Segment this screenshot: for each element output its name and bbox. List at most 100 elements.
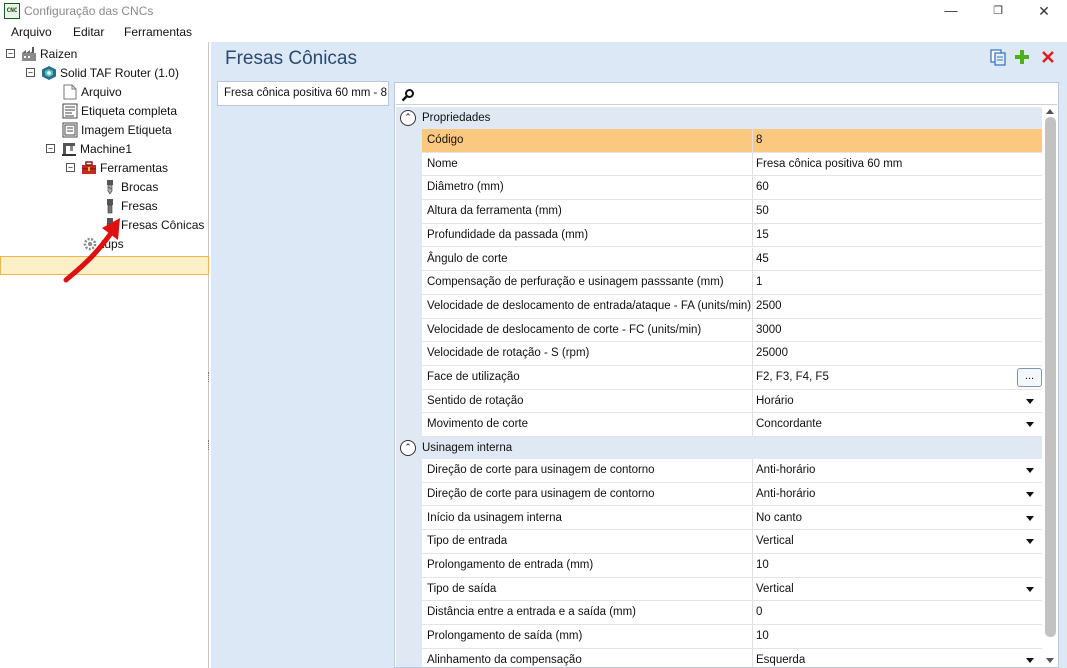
property-value[interactable]: 8 bbox=[756, 134, 762, 146]
property-row[interactable]: Tipo de entrada Vertical bbox=[422, 530, 1042, 554]
property-value[interactable]: 0 bbox=[756, 606, 762, 618]
property-value[interactable]: 25000 bbox=[756, 347, 788, 359]
property-row[interactable]: Início da usinagem interna No canto bbox=[422, 506, 1042, 531]
scroll-down-arrow-icon[interactable] bbox=[1046, 658, 1054, 663]
dropdown-arrow-icon[interactable] bbox=[1026, 586, 1034, 592]
tool-list-item[interactable]: Fresa cônica positiva 60 mm - 8 bbox=[217, 81, 389, 106]
property-row[interactable]: Alinhamento da compensação Esquerda bbox=[422, 648, 1042, 667]
section-collapse-icon[interactable]: ⌃ bbox=[400, 110, 416, 126]
search-input[interactable] bbox=[420, 86, 1050, 103]
property-name: Prolongamento de entrada (mm) bbox=[427, 558, 594, 571]
dropdown-arrow-icon[interactable] bbox=[1026, 539, 1034, 545]
collapse-toggle[interactable]: − bbox=[6, 49, 15, 58]
property-name: Distância entre a entrada e a saída (mm) bbox=[427, 606, 637, 619]
property-value[interactable]: Fresa cônica positiva 60 mm bbox=[756, 158, 902, 170]
property-row[interactable]: Ângulo de corte 45 bbox=[422, 247, 1042, 272]
property-name: Início da usinagem interna bbox=[427, 511, 562, 524]
search-icon bbox=[401, 88, 415, 102]
property-row[interactable]: Tipo de saída Vertical bbox=[422, 577, 1042, 602]
property-value[interactable]: Vertical bbox=[756, 583, 794, 595]
menu-editar[interactable]: Editar bbox=[73, 25, 104, 39]
dropdown-arrow-icon[interactable] bbox=[1026, 657, 1034, 663]
property-value[interactable]: Anti-horário bbox=[756, 464, 815, 476]
property-row[interactable]: Face de utilização F2, F3, F4, F5... bbox=[422, 366, 1042, 390]
title-bar: CNC Configuração das CNCs — ❐ ✕ bbox=[0, 0, 1067, 22]
tree-node-router[interactable]: − Solid TAF Router (1.0) bbox=[26, 63, 179, 82]
property-row[interactable]: Compensação de perfuração e usinagem pas… bbox=[422, 271, 1042, 295]
column-divider bbox=[752, 176, 753, 200]
close-window-button[interactable]: ✕ bbox=[1021, 0, 1067, 22]
property-row[interactable]: Diâmetro (mm) 60 bbox=[422, 176, 1042, 201]
copy-icon[interactable] bbox=[989, 48, 1007, 66]
scroll-thumb[interactable] bbox=[1045, 117, 1056, 637]
dropdown-arrow-icon[interactable] bbox=[1026, 515, 1034, 521]
vertical-scrollbar[interactable] bbox=[1042, 107, 1058, 667]
tree-node-machine1[interactable]: − Machine1 bbox=[46, 139, 132, 158]
tree-label: Etiqueta completa bbox=[81, 103, 178, 118]
column-divider bbox=[752, 506, 753, 530]
property-value[interactable]: F2, F3, F4, F5 bbox=[756, 371, 829, 383]
dropdown-arrow-icon[interactable] bbox=[1026, 468, 1034, 474]
property-row[interactable]: Movimento de corte Concordante bbox=[422, 413, 1042, 438]
property-value[interactable]: 60 bbox=[756, 181, 769, 193]
collapse-toggle[interactable]: − bbox=[46, 144, 55, 153]
property-row[interactable]: Profundidade da passada (mm) 15 bbox=[422, 223, 1042, 248]
column-divider bbox=[752, 366, 753, 389]
property-value[interactable]: No canto bbox=[756, 512, 802, 524]
collapse-toggle[interactable]: − bbox=[66, 163, 75, 172]
property-value[interactable]: 50 bbox=[756, 205, 769, 217]
property-row[interactable]: Prolongamento de entrada (mm) 10 bbox=[422, 553, 1042, 578]
ellipsis-button[interactable]: ... bbox=[1017, 368, 1042, 387]
image-label-icon bbox=[62, 122, 78, 138]
property-value[interactable]: Horário bbox=[756, 395, 794, 407]
tree-node-etiqueta-completa[interactable]: Etiqueta completa bbox=[62, 101, 177, 120]
property-value[interactable]: 10 bbox=[756, 630, 769, 642]
property-row[interactable]: Velocidade de rotação - S (rpm) 25000 bbox=[422, 342, 1042, 366]
property-row[interactable]: Direção de corte para usinagem de contor… bbox=[422, 459, 1042, 483]
property-value[interactable]: Vertical bbox=[756, 535, 794, 547]
column-divider bbox=[752, 318, 753, 342]
column-divider bbox=[752, 459, 753, 482]
dropdown-arrow-icon[interactable] bbox=[1026, 491, 1034, 497]
property-row[interactable]: Distância entre a entrada e a saída (mm)… bbox=[422, 601, 1042, 625]
minimize-button[interactable]: — bbox=[928, 0, 974, 22]
property-value[interactable]: Concordante bbox=[756, 418, 822, 430]
property-name: Diâmetro (mm) bbox=[427, 181, 504, 194]
property-value[interactable]: 15 bbox=[756, 229, 769, 241]
property-value[interactable]: 45 bbox=[756, 253, 769, 265]
property-row[interactable]: Velocidade de deslocamento de entrada/at… bbox=[422, 294, 1042, 319]
section-collapse-icon[interactable]: ⌃ bbox=[400, 440, 416, 457]
tree-node-arquivo[interactable]: Arquivo bbox=[62, 82, 122, 101]
add-icon[interactable] bbox=[1013, 48, 1031, 66]
scroll-up-arrow-icon[interactable] bbox=[1046, 109, 1054, 114]
property-row[interactable]: Altura da ferramenta (mm) 50 bbox=[422, 200, 1042, 224]
property-name: Código bbox=[427, 134, 464, 146]
maximize-button[interactable]: ❐ bbox=[975, 0, 1021, 22]
menu-arquivo[interactable]: Arquivo bbox=[11, 25, 52, 39]
property-row[interactable]: Nome Fresa cônica positiva 60 mm bbox=[422, 152, 1042, 177]
tree-node-ferramentas[interactable]: − Ferramentas bbox=[66, 158, 168, 177]
property-value[interactable]: 1 bbox=[756, 276, 762, 288]
property-row[interactable]: Código 8 bbox=[422, 129, 1042, 153]
property-value[interactable]: Esquerda bbox=[756, 654, 805, 666]
delete-icon[interactable] bbox=[1039, 48, 1057, 66]
property-value[interactable]: 3000 bbox=[756, 324, 782, 336]
menu-ferramentas[interactable]: Ferramentas bbox=[124, 25, 192, 39]
property-row[interactable]: Direção de corte para usinagem de contor… bbox=[422, 482, 1042, 507]
property-name: Velocidade de deslocamento de corte - FC… bbox=[427, 323, 702, 336]
dropdown-arrow-icon[interactable] bbox=[1026, 398, 1034, 404]
property-row[interactable]: Sentido de rotação Horário bbox=[422, 389, 1042, 414]
dropdown-arrow-icon[interactable] bbox=[1026, 422, 1034, 428]
property-row[interactable]: Prolongamento de saída (mm) 10 bbox=[422, 625, 1042, 649]
column-divider bbox=[752, 577, 753, 601]
tree-node-raizen[interactable]: − Raizen bbox=[6, 44, 77, 63]
property-value[interactable]: 10 bbox=[756, 559, 769, 571]
column-divider bbox=[752, 601, 753, 624]
property-value[interactable]: 2500 bbox=[756, 300, 782, 312]
collapse-toggle[interactable]: − bbox=[26, 68, 35, 77]
drill-bit-icon bbox=[102, 179, 118, 195]
property-value[interactable]: Anti-horário bbox=[756, 488, 815, 500]
property-row[interactable]: Velocidade de deslocamento de corte - FC… bbox=[422, 318, 1042, 343]
tree-node-brocas[interactable]: Brocas bbox=[102, 177, 158, 196]
tree-node-imagem-etiqueta[interactable]: Imagem Etiqueta bbox=[62, 120, 172, 139]
